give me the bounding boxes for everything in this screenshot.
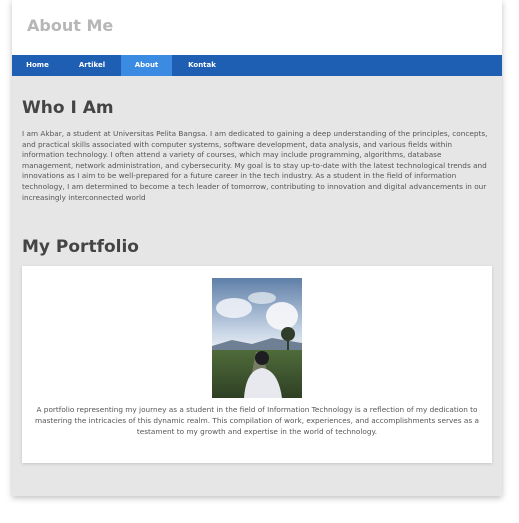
about-paragraph: I am Akbar, a student at Universitas Pel… [22,129,488,202]
nav-item-about[interactable]: About [121,55,172,76]
portfolio-photo [212,278,302,398]
section-heading-portfolio: My Portfolio [22,237,139,257]
nav-item-home[interactable]: Home [12,55,63,76]
nav-item-kontak[interactable]: Kontak [172,55,232,76]
nav-item-artikel[interactable]: Artikel [63,55,121,76]
page-container: About Me Home Artikel About Kontak Who I… [12,0,502,496]
portfolio-caption: A portfolio representing my journey as a… [35,405,479,436]
section-heading-who-i-am: Who I Am [22,98,114,118]
portfolio-card: A portfolio representing my journey as a… [22,266,492,463]
site-header: About Me [12,0,502,55]
main-nav: Home Artikel About Kontak [12,55,502,76]
site-title: About Me [27,16,114,35]
